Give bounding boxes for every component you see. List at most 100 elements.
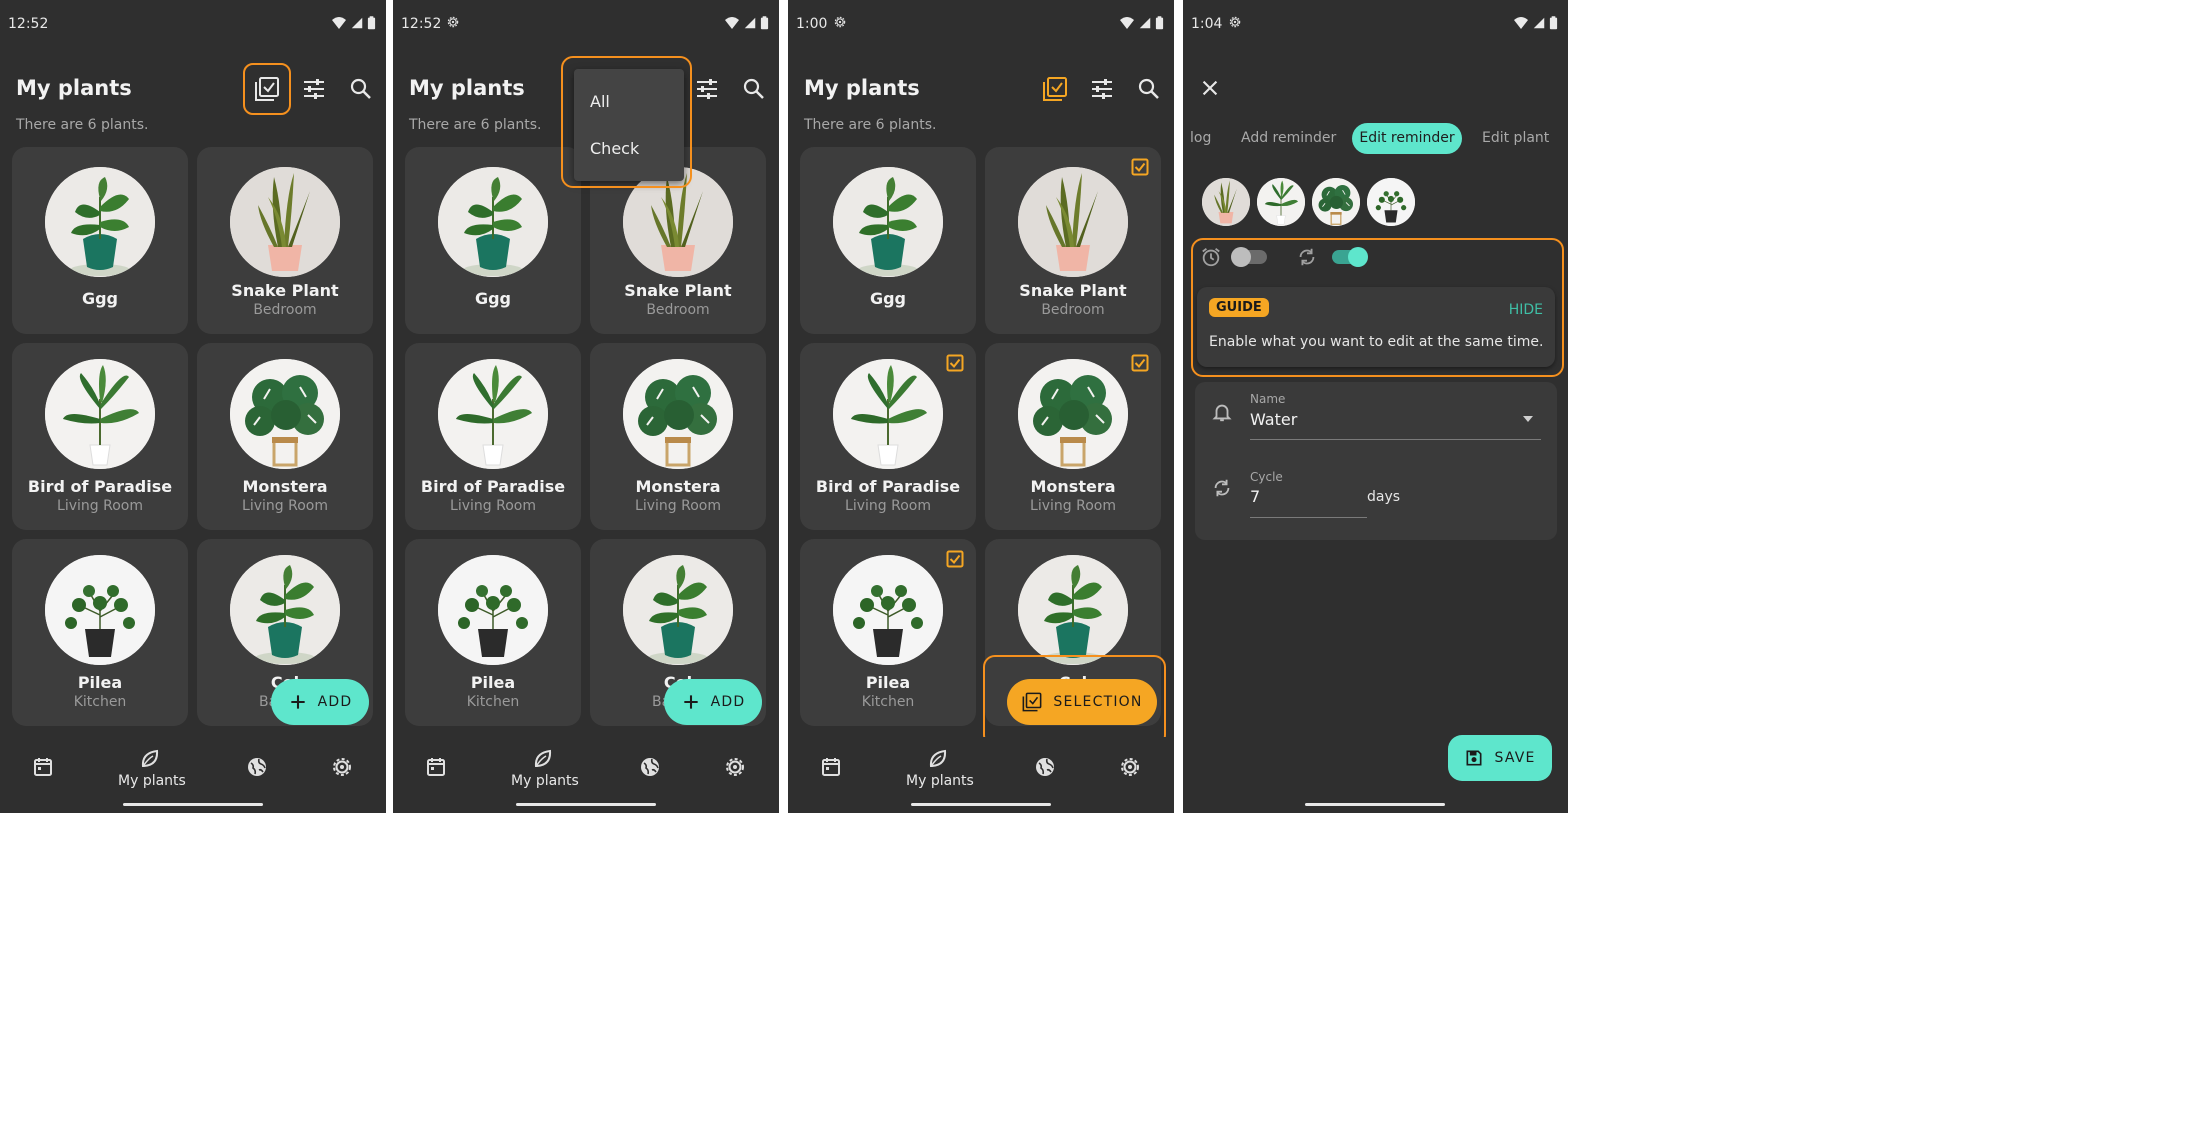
plant-card[interactable]: Ggg (12, 147, 188, 334)
wifi-icon (1513, 15, 1529, 31)
tab-add-reminder[interactable]: Add reminder (1241, 130, 1336, 146)
screen-my-plants-menu: 12:52 My plants There are 6 plants. Ggg … (393, 0, 779, 813)
filter-icon[interactable] (1088, 75, 1116, 103)
search-icon[interactable] (1135, 75, 1163, 103)
plant-name: Bird of Paradise (420, 477, 566, 496)
name-underline (1250, 439, 1541, 440)
calendar-icon[interactable] (424, 755, 448, 779)
checkbox-checked-icon[interactable] (946, 550, 964, 568)
plant-card[interactable]: Pilea Kitchen (12, 539, 188, 726)
nav-my-plants-label[interactable]: My plants (906, 773, 974, 789)
add-button[interactable]: ADD (271, 679, 369, 725)
settings-icon[interactable] (723, 755, 747, 779)
wifi-icon (724, 15, 740, 31)
plant-card[interactable]: Pilea Kitchen (405, 539, 581, 726)
plant-thumbnail[interactable] (1202, 178, 1250, 226)
tab-edit-reminder[interactable]: Edit reminder (1352, 123, 1462, 154)
bell-icon (1211, 401, 1233, 423)
settings-icon[interactable] (330, 755, 354, 779)
plant-card[interactable]: Bird of Paradise Living Room (405, 343, 581, 530)
cell-signal-icon (350, 15, 364, 31)
leaf-icon[interactable] (926, 747, 950, 771)
plant-card[interactable]: Monstera Living Room (590, 343, 766, 530)
battery-icon (760, 15, 769, 31)
page-title: My plants (804, 76, 920, 100)
status-time: 1:00 (796, 16, 828, 32)
plant-name: Monstera (1030, 477, 1116, 496)
plant-card[interactable]: Ggg (405, 147, 581, 334)
screen-my-plants-selection: 1:00 My plants There are 6 plants. Ggg S… (788, 0, 1174, 813)
cycle-input[interactable]: 7 (1250, 487, 1260, 506)
plant-card[interactable]: Snake Plant Bedroom (197, 147, 373, 334)
globe-icon[interactable] (245, 755, 269, 779)
plant-photo (1018, 359, 1128, 469)
globe-icon[interactable] (1033, 755, 1057, 779)
close-icon[interactable] (1199, 77, 1221, 99)
plant-photo (833, 359, 943, 469)
calendar-icon[interactable] (819, 755, 843, 779)
plant-photo (623, 359, 733, 469)
tab-edit-plant[interactable]: Edit plant (1482, 130, 1549, 146)
settings-icon[interactable] (1118, 755, 1142, 779)
plant-photo (1018, 167, 1128, 277)
plant-card[interactable]: Snake Plant Bedroom (985, 147, 1161, 334)
dropdown-arrow-icon[interactable] (1521, 414, 1535, 424)
wifi-icon (1119, 15, 1135, 31)
leaf-icon[interactable] (138, 747, 162, 771)
plant-photo (230, 359, 340, 469)
home-indicator (516, 803, 656, 806)
name-select[interactable]: Water (1250, 410, 1297, 429)
checkbox-checked-icon[interactable] (1131, 158, 1149, 176)
calendar-icon[interactable] (31, 755, 55, 779)
nav-my-plants-label[interactable]: My plants (118, 773, 186, 789)
plant-photo (833, 555, 943, 665)
cycle-label: Cycle (1250, 470, 1283, 484)
reminder-form: Name Water Cycle 7 days (1195, 382, 1557, 540)
checkbox-checked-icon[interactable] (1131, 354, 1149, 372)
plant-location: Living Room (57, 498, 143, 514)
leaf-icon[interactable] (531, 747, 555, 771)
cell-signal-icon (1532, 15, 1546, 31)
plant-thumbnail[interactable] (1367, 178, 1415, 226)
plus-icon (681, 692, 701, 712)
plant-photo (230, 167, 340, 277)
status-icons (1513, 15, 1558, 31)
filter-icon[interactable] (693, 75, 721, 103)
status-bar: 1:00 (788, 0, 1174, 46)
plant-thumbnail[interactable] (1257, 178, 1305, 226)
cycle-icon (1211, 477, 1233, 499)
plant-card[interactable]: Pilea Kitchen (800, 539, 976, 726)
search-icon[interactable] (740, 75, 768, 103)
select-all-icon[interactable] (1041, 75, 1069, 103)
add-button[interactable]: ADD (664, 679, 762, 725)
filter-icon[interactable] (300, 75, 328, 103)
globe-icon[interactable] (638, 755, 662, 779)
plant-photo (45, 167, 155, 277)
highlight-box (983, 655, 1166, 747)
plant-card[interactable]: Bird of Paradise Living Room (800, 343, 976, 530)
checkbox-checked-icon[interactable] (946, 354, 964, 372)
bottom-nav: My plants (788, 737, 1174, 813)
nav-my-plants-label[interactable]: My plants (511, 773, 579, 789)
highlight-box (243, 63, 291, 115)
plant-location: Living Room (242, 498, 328, 514)
plant-name: Bird of Paradise (27, 477, 173, 496)
plant-photo (45, 555, 155, 665)
plant-card[interactable]: Monstera Living Room (985, 343, 1161, 530)
search-icon[interactable] (347, 75, 375, 103)
plant-thumbnail[interactable] (1312, 178, 1360, 226)
save-button-label: SAVE (1494, 750, 1536, 766)
save-button[interactable]: SAVE (1448, 735, 1552, 781)
plant-location: Living Room (845, 498, 931, 514)
cycle-underline (1250, 517, 1367, 518)
tab-log[interactable]: log (1190, 130, 1211, 146)
plant-location: Bedroom (253, 302, 317, 318)
plant-card[interactable]: Ggg (800, 147, 976, 334)
status-bar: 1:04 (1183, 0, 1568, 46)
add-button-label: ADD (710, 694, 746, 710)
plant-name: Ggg (81, 289, 119, 308)
plant-card[interactable]: Bird of Paradise Living Room (12, 343, 188, 530)
home-indicator (911, 803, 1051, 806)
plant-photo (1018, 555, 1128, 665)
plant-card[interactable]: Monstera Living Room (197, 343, 373, 530)
